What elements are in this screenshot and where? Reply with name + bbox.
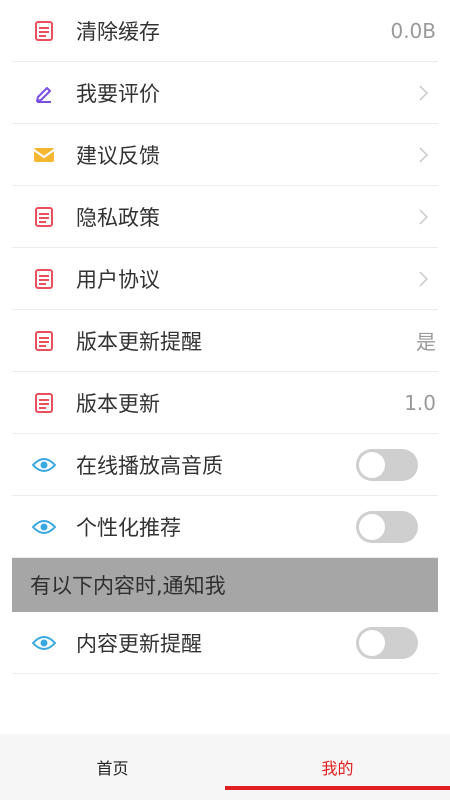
toggle-knob [359,629,385,656]
cache-size-value: 0.0B [390,18,436,43]
hq-audio-label: 在线播放高音质 [76,453,223,478]
version-number-value: 1.0 [404,390,436,415]
toggle-knob [359,513,385,540]
content-update-label: 内容更新提醒 [76,631,202,656]
eye-icon [32,631,56,655]
tab-home-label: 首页 [96,759,129,778]
bottom-tab-bar: 首页 我的 [0,734,450,800]
update-reminder-value: 是 [416,330,436,354]
feedback-label: 建议反馈 [76,143,160,168]
document-icon [32,391,56,415]
eye-icon [32,515,56,539]
hq-audio-toggle[interactable] [356,448,418,481]
update-reminder-row[interactable]: 版本更新提醒 是 [12,310,438,372]
rate-label: 我要评价 [76,81,160,106]
document-icon [32,329,56,353]
notify-section-header: 有以下内容时,通知我 [12,558,438,612]
version-update-label: 版本更新 [76,391,160,416]
chevron-right-icon [414,208,428,225]
clear-cache-label: 清除缓存 [76,19,160,44]
chevron-right-icon [414,84,428,101]
feedback-row[interactable]: 建议反馈 [12,124,438,186]
personalized-row: 个性化推荐 [12,496,438,558]
toggle-knob [359,451,385,478]
rate-row[interactable]: 我要评价 [12,62,438,124]
document-icon [32,205,56,229]
tab-home[interactable]: 首页 [0,734,225,800]
personalized-label: 个性化推荐 [76,515,181,540]
hq-audio-row: 在线播放高音质 [12,434,438,496]
tab-mine[interactable]: 我的 [225,734,450,800]
pen-icon [32,81,56,105]
document-icon [32,267,56,291]
tab-mine-label: 我的 [321,759,354,778]
chevron-right-icon [414,270,428,287]
update-reminder-label: 版本更新提醒 [76,329,202,354]
clear-cache-row[interactable]: 清除缓存 0.0B [12,0,438,62]
privacy-policy-row[interactable]: 隐私政策 [12,186,438,248]
user-agreement-label: 用户协议 [76,267,160,292]
document-icon [32,19,56,43]
active-tab-indicator [225,786,450,790]
content-update-row: 内容更新提醒 [12,612,438,674]
settings-list: 清除缓存 0.0B 我要评价 建议反馈 隐私政策 用户协议 版本更新提醒 是 版… [12,0,438,674]
user-agreement-row[interactable]: 用户协议 [12,248,438,310]
version-update-row[interactable]: 版本更新 1.0 [12,372,438,434]
privacy-policy-label: 隐私政策 [76,205,160,230]
eye-icon [32,453,56,477]
envelope-icon [32,143,56,167]
content-update-toggle[interactable] [356,626,418,659]
personalized-toggle[interactable] [356,510,418,543]
chevron-right-icon [414,146,428,163]
